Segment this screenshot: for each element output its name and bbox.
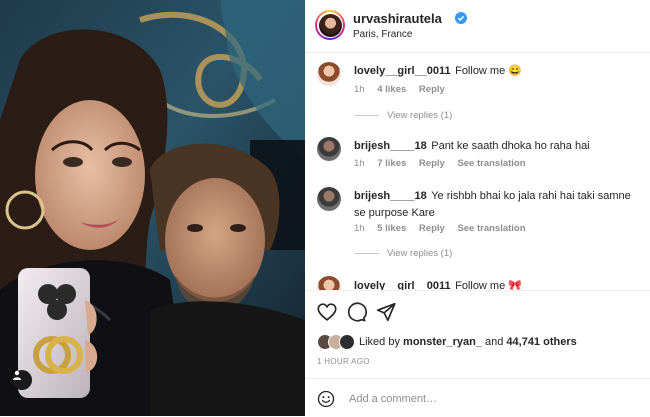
view-replies-label: View replies (1) xyxy=(387,248,453,259)
share-icon[interactable] xyxy=(375,301,397,323)
post-actions: Liked by monster_ryan_ and 44,741 others… xyxy=(305,290,650,371)
liked-by-text: Liked by monster_ryan_ and 44,741 others xyxy=(359,336,577,348)
view-replies-button[interactable]: View replies (1) xyxy=(355,248,452,259)
instagram-post-view: urvashirautela Paris, France lovely__gir… xyxy=(0,0,650,416)
post-timestamp[interactable]: 1 HOUR AGO xyxy=(317,357,370,366)
comment-body: brijesh____18 Ye rishbh bhai ko jala rah… xyxy=(354,187,634,221)
comment-username[interactable]: lovely__girl__0011 xyxy=(354,65,451,77)
liked-by-prefix: Liked by xyxy=(359,336,400,348)
liked-by-others[interactable]: 44,741 others xyxy=(506,336,576,348)
comment-text: Follow me 🎀 xyxy=(455,280,522,290)
tag-people-button[interactable] xyxy=(12,370,32,390)
comment-username[interactable]: lovely__girl__0011 xyxy=(354,280,451,290)
commenter-avatar[interactable] xyxy=(317,276,341,290)
photo-illustration xyxy=(0,0,305,416)
person-icon xyxy=(13,370,21,380)
comments-list[interactable]: lovely__girl__0011 Follow me 😄 1h 4 like… xyxy=(305,52,650,290)
comment-body: brijesh____18 Pant ke saath dhoka ho rah… xyxy=(354,137,634,154)
liked-by-row: Liked by monster_ryan_ and 44,741 others xyxy=(317,333,577,351)
author-avatar[interactable] xyxy=(315,10,345,40)
author-username[interactable]: urvashirautela xyxy=(353,11,442,26)
verified-badge-icon xyxy=(455,12,467,24)
emoji-icon[interactable] xyxy=(317,390,335,408)
reply-button[interactable]: Reply xyxy=(419,84,445,95)
see-translation-button[interactable]: See translation xyxy=(457,158,525,169)
comment-time: 1h xyxy=(354,84,365,95)
liker-avatar xyxy=(339,334,355,350)
comment-body: lovely__girl__0011 Follow me 😄 xyxy=(354,62,634,79)
reply-button[interactable]: Reply xyxy=(419,158,445,169)
comment-likes[interactable]: 5 likes xyxy=(377,223,406,234)
add-comment-bar xyxy=(305,378,650,417)
comment-time: 1h xyxy=(354,158,365,169)
comment-username[interactable]: brijesh____18 xyxy=(354,140,427,152)
view-replies-label: View replies (1) xyxy=(387,110,453,121)
commenter-avatar[interactable] xyxy=(317,187,341,211)
post-side-panel: urvashirautela Paris, France lovely__gir… xyxy=(305,0,650,416)
comment-text: Pant ke saath dhoka ho raha hai xyxy=(431,140,590,152)
post-header: urvashirautela Paris, France xyxy=(305,0,650,53)
see-translation-button[interactable]: See translation xyxy=(457,223,525,234)
comment-likes[interactable]: 7 likes xyxy=(377,158,406,169)
comment-icon[interactable] xyxy=(345,301,367,323)
comment-meta: 1h 4 likes Reply xyxy=(354,84,455,95)
comment-username[interactable]: brijesh____18 xyxy=(354,190,427,202)
heart-icon[interactable] xyxy=(316,301,338,323)
reply-button[interactable]: Reply xyxy=(419,223,445,234)
comment-likes[interactable]: 4 likes xyxy=(377,84,406,95)
comment-text: Follow me 😄 xyxy=(455,65,522,77)
liked-by-and: and xyxy=(484,336,504,348)
liked-by-user[interactable]: monster_ryan_ xyxy=(403,336,482,348)
comment-meta: 1h 7 likes Reply See translation xyxy=(354,158,536,169)
commenter-avatar[interactable] xyxy=(317,62,341,86)
comment-body: lovely__girl__0011 Follow me 🎀 xyxy=(354,277,634,290)
add-comment-input[interactable] xyxy=(347,388,641,410)
post-photo[interactable] xyxy=(0,0,305,416)
comment-meta: 1h 5 likes Reply See translation xyxy=(354,223,536,234)
view-replies-button[interactable]: View replies (1) xyxy=(355,110,452,121)
post-location[interactable]: Paris, France xyxy=(353,29,412,40)
comment-time: 1h xyxy=(354,223,365,234)
commenter-avatar[interactable] xyxy=(317,137,341,161)
